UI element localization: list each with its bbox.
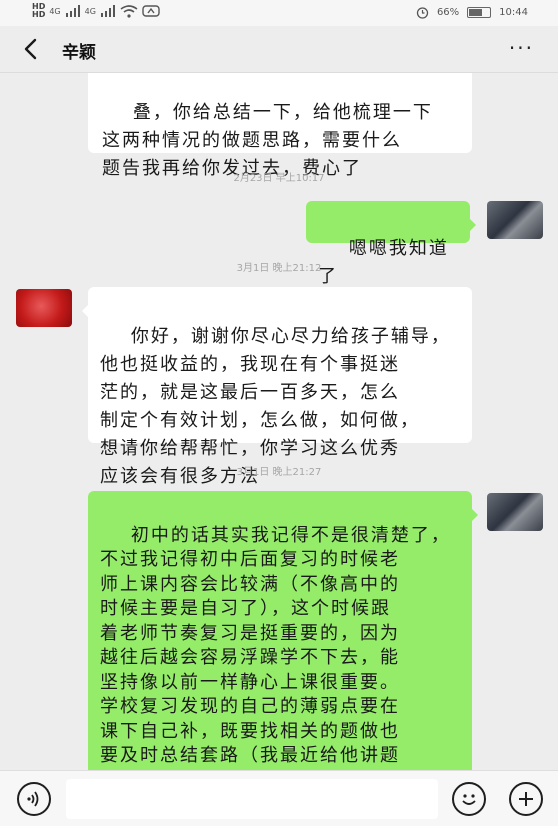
plus-button[interactable] (509, 782, 543, 816)
chevron-left-icon (24, 38, 37, 60)
message-bubble-outgoing[interactable]: 初中的话其实我记得不是很清楚了， 不过我记得初中后面复习的时候老 师上课内容会比… (88, 491, 478, 771)
battery-icon (467, 7, 492, 18)
sim-indicators: HD HD (32, 3, 45, 19)
message-input[interactable] (66, 779, 438, 819)
network2-label: 4G (84, 6, 96, 16)
back-button[interactable] (18, 34, 48, 64)
wifi-icon (120, 4, 138, 18)
voice-icon (27, 791, 39, 807)
sim2-label: HD (32, 10, 46, 19)
message-timestamp: 3月1日 晚上21:27 (236, 467, 322, 478)
alarm-icon (416, 7, 429, 19)
nfc-icon (142, 5, 160, 17)
message-bubble-incoming[interactable]: 叠，你给总结一下，给他梳理一下 这两种情况的做题思路，需要什么 题告我再给你发过… (88, 73, 472, 179)
more-button[interactable]: ··· (509, 36, 534, 60)
input-bar (0, 770, 558, 826)
network1-label: 4G (49, 6, 61, 16)
message-text: 叠，你给总结一下，给他梳理一下 这两种情况的做题思路，需要什么 题告我再给你发过… (102, 102, 433, 179)
signal-icon (65, 5, 80, 17)
clock: 10:44 (499, 7, 528, 18)
avatar[interactable] (487, 493, 543, 531)
avatar[interactable] (487, 201, 543, 239)
message-timestamp: 3月1日 晚上21:12 (236, 263, 322, 274)
emoji-button[interactable] (452, 782, 486, 816)
more-icon: ··· (508, 36, 534, 60)
avatar[interactable] (16, 289, 72, 327)
voice-button[interactable] (17, 782, 51, 816)
plus-icon (519, 792, 533, 806)
status-bar: HD HD 4G 4G 66% 10:44 (0, 0, 558, 26)
message-bubble-outgoing[interactable]: 嗯嗯我知道了 (306, 201, 476, 287)
message-bubble-incoming[interactable]: 你好，谢谢你尽心尽力给孩子辅导， 他也挺收益的，我现在有个事挺迷 茫的，就是这最… (82, 287, 472, 487)
page-title: 辛颖 (62, 43, 96, 63)
signal-icon (100, 5, 115, 17)
message-timestamp: 2月23日 早上10:17 (233, 173, 325, 184)
battery-fill (469, 9, 482, 16)
battery-percent: 66% (436, 7, 460, 18)
chat-messages[interactable]: 叠，你给总结一下，给他梳理一下 这两种情况的做题思路，需要什么 题告我再给你发过… (0, 73, 558, 770)
message-text: 初中的话其实我记得不是很清楚了， 不过我记得初中后面复习的时候老 师上课内容会比… (100, 524, 451, 771)
status-right: 66% 10:44 (416, 6, 528, 19)
emoji-icon (462, 794, 476, 805)
status-left: HD HD 4G 4G (32, 3, 160, 19)
chat-header: 辛颖 ··· (0, 26, 558, 73)
